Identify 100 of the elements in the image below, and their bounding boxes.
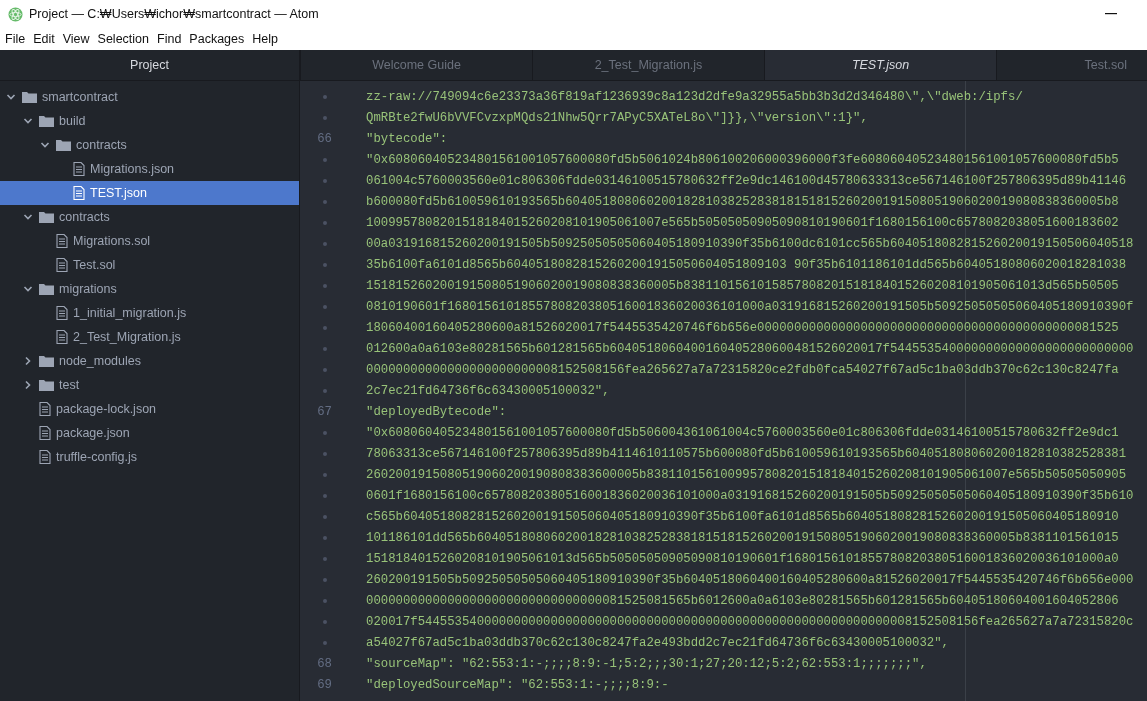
tree-item[interactable]: package.json [0,421,299,445]
wrap-marker-icon [323,94,327,99]
wrap-marker-icon [323,577,327,582]
wrap-marker-icon [323,199,327,204]
code-line: a54027f67ad5c1ba03ddb370c62c130c8247fa2e493bdd2c7ec21fd64736f6c63430005100032", [366,635,949,650]
line-number: 68 [316,656,332,671]
code-line: 020017f5445535400000000000000000000000000000000000000000000000000000000008152508156fea265627a7a72315820c [366,614,1134,629]
folder-icon [39,115,54,127]
panel-title: Project [0,50,299,81]
wrap-marker-icon [323,535,327,540]
file-icon [39,402,51,416]
tree-item[interactable]: migrations [0,277,299,301]
tree-item[interactable]: package-lock.json [0,397,299,421]
tree-item[interactable]: smartcontract [0,85,299,109]
menu-item[interactable]: Help [252,32,284,46]
line-number: 67 [316,404,332,419]
tree-item[interactable]: TEST.json [0,181,299,205]
menu-item[interactable]: Selection [97,32,155,46]
wrap-marker-icon [323,640,327,645]
wrap-marker-icon [323,115,327,120]
code-line: 00000000000000000000000000000000081525081565b6012600a0a6103e80281565b601281565b60405180604001604052806 [366,593,1119,608]
code-line: c565b6040518082815260200191505060405180910390f35b6100fa6101d8565b6040518082815260200191505060405180910 [366,509,1119,524]
menu-item[interactable]: Edit [33,32,61,46]
wrap-marker-icon [323,430,327,435]
folder-icon [56,139,71,151]
wrap-marker-icon [323,325,327,330]
file-icon [73,186,85,200]
wrap-marker-icon [323,178,327,183]
wrap-marker-icon [323,157,327,162]
file-icon [56,306,68,320]
wrap-marker-icon [323,514,327,519]
code-line: 1009957808201518184015260208101905061007e565b50505050905090810190601f1680156100c6578082038051600183602 [366,215,1119,230]
tree-item[interactable]: contracts [0,133,299,157]
wrap-marker-icon [323,388,327,393]
code-line: 18060400160405280600a81526020017f5445535420746f6b656e0000000000000000000000000000000000000000000081525 [366,320,1119,335]
wrap-marker-icon [323,346,327,351]
tree-item[interactable]: contracts [0,205,299,229]
code-line: 260200191505b50925050505060405180910390f35b6040518060400160405280600a81526020017f5445535420746f6b656e000 [366,572,1134,587]
tree-item[interactable]: build [0,109,299,133]
code-line: "bytecode": [366,131,448,146]
menu-item[interactable]: Find [157,32,188,46]
folder-icon [39,379,54,391]
code-line: zz-raw://749094c6e23373a36f819af1236939c8a123d2dfe9a32955a5bb3b3d2d346480\",\"dweb:/ipfs/ [366,89,1023,104]
code-line: 78063313ce567146100f257806395d89b4114610110575b600080fd5b610059610193565b604051808060200182810382528381 [366,446,1127,461]
wrap-marker-icon [323,262,327,267]
code-line: 151815260200191508051906020019080838360005b8381101561015857808201518184015260208101905061013d565b50505 [366,278,1119,293]
code-line: "0x608060405234801561001057600080fd5b5061024b806100206000396000f3fe608060405234801561001057600080fd5b5 [366,152,1119,167]
file-icon [39,426,51,440]
code-line: b600080fd5b610059610193565b6040518080602001828103825283818151815260200191508051906020019080838360005b8 [366,194,1119,209]
tree-item[interactable]: truffle-config.js [0,445,299,469]
app-logo-icon [8,6,23,22]
code-line: 012600a0a6103e80281565b601281565b6040518060400160405280600481526020017f544553540000000000000000000000000 [366,341,1134,356]
code-line: 0810190601f1680156101855780820380516001836020036101000a031916815260200191505b50925050505060405180910390f [366,299,1134,314]
tree-item[interactable]: 1_initial_migration.js [0,301,299,325]
wrap-marker-icon [323,304,327,309]
folder-icon [39,355,54,367]
tree-item[interactable]: Test.sol [0,253,299,277]
code-line: 061004c5760003560e01c806306fdde03146100515780632ff2e9dc146100d45780633313ce567146100f257806395d89b41146 [366,173,1127,188]
code-line: 35b6100fa6101d8565b60405180828152602001915050604051809103 90f35b6101186101dd565b60405180806020018281038 [366,257,1127,272]
menu-item[interactable]: Packages [189,32,251,46]
wrap-marker-icon [323,556,327,561]
code-line: 2c7ec21fd64736f6c63430005100032", [366,383,610,398]
line-number: 69 [316,677,332,692]
wrap-marker-icon [323,451,327,456]
folder-icon [39,211,54,223]
wrap-marker-icon [323,472,327,477]
code-line: "0x608060405234801561001057600080fd5b506004361061004c5760003560e01c806306fdde03146100515780632ff2e9dc1 [366,425,1119,440]
code-line: 00000000000000000000000008152508156fea265627a7a72315820ce2fdb0fca54027f67ad5c1ba03ddb370c62c130c8247fa [366,362,1119,377]
wrap-marker-icon [323,619,327,624]
file-icon [56,330,68,344]
menu-item[interactable]: View [62,32,96,46]
tree-item[interactable]: Migrations.json [0,157,299,181]
minimize-icon[interactable] [1105,13,1117,15]
code-line: 0601f1680156100c65780820380516001836020036101000a031916815260200191505b50925050505060405180910390f35b610 [366,488,1134,503]
menu-item[interactable]: File [5,32,32,46]
file-icon [39,450,51,464]
code-line: "deployedSourceMap": "62:553:1:-;;;;8:9:- [366,677,669,692]
editor-tab[interactable]: TEST.json [764,50,996,80]
code-line: 00a031916815260200191505b50925050505060405180910390f35b6100dc6101cc565b604051808281526020019150506040518 [366,236,1134,251]
tree-item[interactable]: node_modules [0,349,299,373]
code-line: 1518184015260208101905061013d565b50505050905090810190601f1680156101855780820380516001836020036101000a0 [366,551,1119,566]
folder-icon [39,283,54,295]
code-line: "deployedBytecode": [366,404,507,419]
tree-item[interactable]: 2_Test_Migration.js [0,325,299,349]
wrap-marker-icon [323,493,327,498]
file-icon [73,162,85,176]
tree-item[interactable]: test [0,373,299,397]
window-title: Project — C:₩Users₩ichor₩smartcontract — Atom [29,7,320,21]
code-line: 101186101dd565b6040518080602001828103825283818151815260200191508051906020019080838360005b8381101561015 [366,530,1119,545]
wrap-marker-icon [323,220,327,225]
file-icon [56,234,68,248]
wrap-marker-icon [323,367,327,372]
folder-icon [22,91,37,103]
tree-item[interactable]: Migrations.sol [0,229,299,253]
wrap-marker-icon [323,598,327,603]
code-line: "sourceMap": "62:553:1:-;;;;8:9:-1;5:2;;;30:1;27;20:12;5:2;62:553:1;;;;;;;", [366,656,927,671]
line-number: 66 [316,131,332,146]
wrap-marker-icon [323,241,327,246]
wrap-marker-icon [323,283,327,288]
code-line: QmRBte2fwU6bVVFCvzxpMQds21Nhw5Qrr7APyC5XATeL8o\"]}},\"version\":1}", [366,110,868,125]
